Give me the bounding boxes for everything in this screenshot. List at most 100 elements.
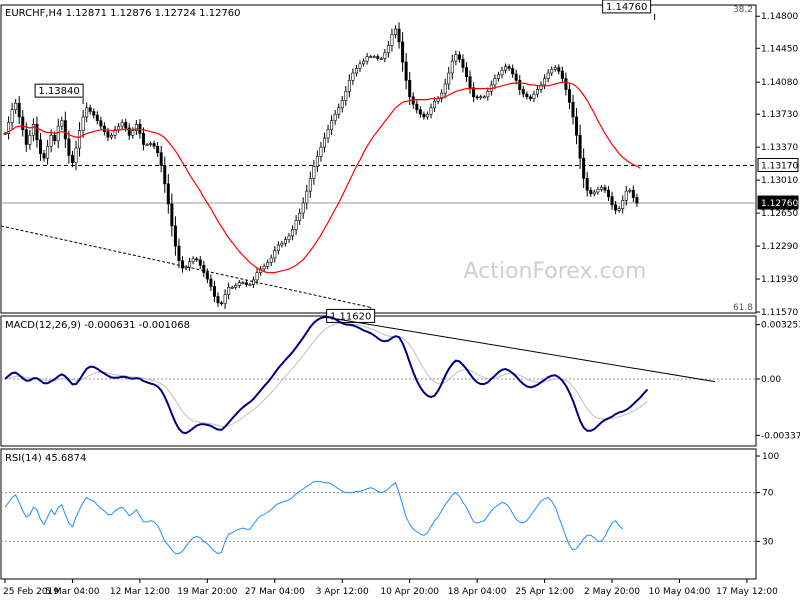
candle-body [252,279,256,285]
candle-body [511,68,515,75]
macd-tick-label: -0.003373 [761,431,800,441]
price-tick-label: 1.14080 [761,78,798,88]
time-tick-label: 18 Apr 04:00 [448,587,507,597]
candle-body [312,166,316,179]
candle-body [543,78,547,86]
candle-body [500,69,504,76]
candle-body [582,157,586,179]
candle-body [621,199,625,209]
candle-body [95,114,99,121]
time-tick-label: 19 Mar 20:00 [177,587,237,597]
candle-body [575,116,579,136]
candle-body [216,296,220,304]
candle-body [269,257,273,263]
macd-tick-label: 0.003253 [761,321,800,331]
candle-body [149,143,153,145]
candle-body [553,67,557,70]
price-tick-label: 1.12290 [761,242,798,252]
candle-body [564,78,568,90]
price-tick-label: 1.11930 [761,275,798,285]
candle-body [397,28,401,43]
candle-body [42,153,46,159]
candle-body [191,258,195,262]
price-tick-label: 1.13010 [761,176,798,186]
candle-body [372,56,376,58]
candle-body [393,28,397,35]
candle-body [408,80,412,98]
candle-body [63,120,67,140]
candle-body [305,190,309,204]
price-tick-label: 1.14800 [761,12,798,22]
candle-body [425,113,429,118]
candle-body [156,145,160,153]
candle-body [49,134,53,147]
candle-body [28,134,32,145]
time-tick-label: 12 Mar 12:00 [110,587,170,597]
candle-body [10,109,14,123]
candle-body [220,302,224,305]
candle-body [447,72,451,85]
candle-body [589,189,593,195]
candle-body [31,123,35,136]
candle-body [181,260,185,269]
candle-body [124,122,128,129]
candle-body [404,61,408,81]
candle-body [390,34,394,46]
rsi-tick-label: 100 [762,452,779,462]
macd-tick-label: 0.00 [761,375,781,385]
candle-body [202,265,206,273]
candle-body [482,96,486,99]
candle-body [418,109,422,115]
time-tick-label: 3 Apr 12:00 [316,587,369,597]
time-tick-label: 25 Apr 12:00 [515,587,574,597]
candle-body [386,45,390,54]
candle-body [56,125,60,142]
candle-body [518,80,522,90]
rsi-tick-label: 70 [762,489,774,499]
candle-body [454,54,458,62]
price-panel-label: EURCHF,H4 1.12871 1.12876 1.12724 1.1276… [5,8,241,19]
rsi-tick-label: 30 [762,537,774,547]
candle-body [614,204,618,211]
price-tick-label: 1.14450 [761,44,798,54]
candle-body [244,282,248,285]
candle-body [67,138,71,156]
candle-body [131,130,135,136]
candle-body [496,74,500,79]
candle-body [617,208,621,211]
candle-body [535,89,539,95]
time-axis: 25 Feb 20195 Mar 04:00 12 Mar 12:00 19 Mar… [3,579,778,597]
candle-body [592,191,596,195]
candle-body [532,93,536,99]
time-tick-label: 27 Mar 04:00 [245,587,305,597]
candle-body [38,139,42,154]
candle-body [337,107,341,115]
candle-body [557,67,561,72]
candle-body [223,294,227,305]
candle-body [301,202,305,214]
last-price-label: 1.12760 [761,199,798,209]
candle-body [525,93,529,98]
candle-body [237,282,241,286]
candle-body [81,116,85,131]
candle-body [347,80,351,92]
candle-body [457,54,461,60]
candle-body [212,286,216,297]
candle-body [514,73,518,81]
candle-body [319,146,323,157]
candle-body [46,145,50,159]
candle-body [550,69,554,74]
candle-body [376,56,380,59]
candle-body [624,190,628,201]
candle-body [486,91,490,98]
candle-body [344,91,348,101]
candle-body [340,100,344,109]
candle-body [198,259,202,266]
candle-body [365,56,369,62]
candle-body [241,282,245,284]
candle-body [227,286,231,295]
candle-body [234,285,238,288]
candle-body [475,96,479,99]
rsi-panel-label: RSI(14) 45.6874 [5,453,86,464]
candle-body [35,123,39,141]
